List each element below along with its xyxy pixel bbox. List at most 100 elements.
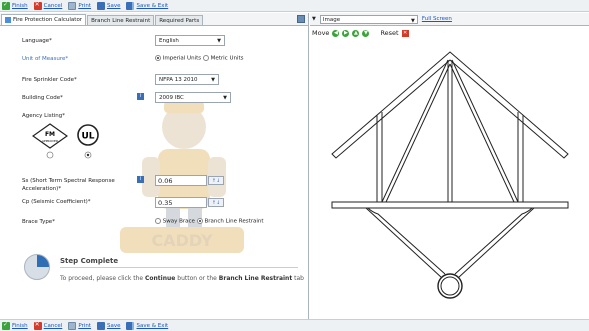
save-exit-label: Save & Exit bbox=[136, 322, 169, 329]
printer-icon bbox=[68, 321, 77, 330]
sprinkler-code-value: NFPA 13 2010 bbox=[159, 76, 198, 83]
viewer-menu-arrow-icon[interactable]: ▼ bbox=[312, 16, 316, 22]
cancel-label: Cancel bbox=[43, 2, 63, 9]
step-text-middle: button or the bbox=[177, 275, 217, 282]
cancel-label: Cancel bbox=[43, 322, 63, 329]
svg-text:UL: UL bbox=[81, 132, 94, 142]
save-exit-label: Save & Exit bbox=[136, 2, 169, 9]
finish-button[interactable]: Finish bbox=[2, 1, 28, 10]
finish-label: Finish bbox=[12, 322, 28, 329]
building-code-select[interactable]: 2009 IBC ▼ bbox=[155, 92, 231, 103]
chevron-down-icon: ▼ bbox=[223, 95, 227, 101]
step-text-prefix: To proceed, please click the bbox=[60, 275, 144, 282]
move-controls: Move ◀ ▶ ▲ ▼ Reset ✕ bbox=[310, 27, 409, 39]
imperial-label: Imperial Units bbox=[162, 55, 202, 62]
ss-info-icon[interactable]: i bbox=[137, 176, 144, 183]
watermark-text: CADDY bbox=[151, 231, 213, 250]
metric-label: Metric Units bbox=[210, 55, 244, 62]
move-label: Move bbox=[312, 29, 330, 37]
divider bbox=[60, 267, 298, 268]
metric-radio[interactable] bbox=[202, 55, 209, 61]
step-complete-box: Step Complete To proceed, please click t… bbox=[22, 249, 304, 295]
language-select[interactable]: English ▼ bbox=[155, 35, 225, 46]
ss-stepper[interactable]: ↑↓ bbox=[208, 176, 224, 185]
calculator-form: CADDY Language* English ▼ Unit of Measur… bbox=[0, 27, 308, 319]
move-up-icon[interactable]: ▲ bbox=[352, 29, 360, 37]
top-toolbar: Finish Cancel Print Save Save & Exit bbox=[0, 0, 589, 12]
save-exit-icon bbox=[126, 1, 135, 10]
step-title: Step Complete bbox=[60, 257, 119, 265]
finish-label: Finish bbox=[12, 2, 28, 9]
tab-required-parts[interactable]: Required Parts bbox=[155, 15, 204, 25]
unit-radio-group: Imperial Units Metric Units bbox=[155, 55, 244, 62]
branch-line-radio[interactable] bbox=[196, 218, 203, 224]
tab-bar: Fire Protection Calculator Branch Line R… bbox=[0, 13, 308, 26]
sprinkler-code-select[interactable]: NFPA 13 2010 ▼ bbox=[155, 74, 219, 85]
view-mode-value: Image bbox=[322, 16, 341, 23]
cp-stepper[interactable]: ↑↓ bbox=[208, 198, 224, 207]
calculator-icon bbox=[5, 17, 11, 23]
floppy-icon bbox=[96, 321, 105, 330]
restraint-straps bbox=[365, 207, 535, 279]
ss-label: Ss (Short Term Spectral Response Acceler… bbox=[22, 177, 115, 193]
sway-brace-radio[interactable] bbox=[155, 218, 161, 224]
view-mode-select[interactable]: Image ▼ bbox=[319, 14, 418, 24]
cp-input[interactable]: 0.35 bbox=[155, 197, 207, 208]
tab-label: Fire Protection Calculator bbox=[13, 17, 83, 23]
step-text-suffix: tab bbox=[294, 275, 304, 282]
reset-icon[interactable]: ✕ bbox=[401, 29, 409, 37]
print-button[interactable]: Print bbox=[68, 1, 91, 10]
save-label: Save bbox=[106, 322, 121, 329]
language-label: Language* bbox=[22, 38, 52, 44]
viewer-header: ▼ Image ▼ Full Screen bbox=[310, 13, 589, 26]
fm-approved-logo[interactable]: FM APPROVED bbox=[32, 123, 68, 161]
language-value: English bbox=[159, 37, 179, 44]
cancel-button[interactable]: Cancel bbox=[33, 1, 63, 10]
ul-listed-logo[interactable]: UL bbox=[75, 123, 101, 161]
save-exit-button[interactable]: Save & Exit bbox=[126, 1, 169, 10]
print-button[interactable]: Print bbox=[68, 321, 91, 330]
ss-label-line1: Ss (Short Term Spectral Response bbox=[22, 178, 115, 184]
truss-top-chord bbox=[331, 51, 569, 159]
panel-toggle-button[interactable] bbox=[297, 15, 305, 23]
sway-brace-label: Sway Brace bbox=[162, 218, 195, 225]
save-button[interactable]: Save bbox=[96, 321, 121, 330]
move-down-icon[interactable]: ▼ bbox=[362, 29, 370, 37]
finish-button[interactable]: Finish bbox=[2, 321, 28, 330]
imperial-radio[interactable] bbox=[155, 55, 161, 61]
full-screen-link[interactable]: Full Screen bbox=[422, 16, 452, 22]
svg-text:APPROVED: APPROVED bbox=[42, 139, 59, 143]
step-tab-word: Branch Line Restraint bbox=[218, 275, 293, 282]
print-label: Print bbox=[78, 2, 91, 9]
sprinkler-code-label: Fire Sprinkler Code* bbox=[22, 77, 77, 83]
reset-label: Reset bbox=[380, 29, 399, 37]
print-label: Print bbox=[78, 322, 91, 329]
step-continue-word: Continue bbox=[145, 275, 176, 282]
close-icon bbox=[33, 1, 42, 10]
tab-label: Branch Line Restraint bbox=[91, 17, 151, 24]
step-instructions: To proceed, please click the Continue bu… bbox=[60, 275, 304, 282]
truss-webs bbox=[376, 59, 524, 203]
chevron-down-icon: ▼ bbox=[211, 77, 215, 83]
move-right-icon[interactable]: ▶ bbox=[342, 29, 350, 37]
chevron-down-icon: ▼ bbox=[411, 17, 415, 24]
calculator-panel: Fire Protection Calculator Branch Line R… bbox=[0, 13, 309, 319]
pipe bbox=[437, 273, 463, 299]
bottom-toolbar: Finish Cancel Print Save Save & Exit bbox=[0, 319, 589, 331]
ss-input[interactable]: 0.06 bbox=[155, 175, 207, 186]
image-viewer-panel: ▼ Image ▼ Full Screen Move ◀ ▶ ▲ ▼ Reset… bbox=[310, 13, 589, 319]
brace-drawing bbox=[331, 51, 569, 299]
branch-line-label: Branch Line Restraint bbox=[204, 218, 264, 225]
svg-text:FM: FM bbox=[45, 131, 55, 138]
tab-fire-protection-calculator[interactable]: Fire Protection Calculator bbox=[1, 14, 87, 25]
tab-branch-line-restraint[interactable]: Branch Line Restraint bbox=[87, 15, 155, 25]
floppy-icon bbox=[96, 1, 105, 10]
save-button[interactable]: Save bbox=[96, 1, 120, 10]
save-exit-button[interactable]: Save & Exit bbox=[126, 321, 169, 330]
cancel-button[interactable]: Cancel bbox=[33, 321, 63, 330]
unit-of-measure-label: Unit of Measure* bbox=[22, 56, 69, 62]
move-left-icon[interactable]: ◀ bbox=[332, 29, 340, 37]
brace-radio-group: Sway Brace Branch Line Restraint bbox=[155, 218, 264, 225]
building-code-info-icon[interactable]: i bbox=[137, 93, 144, 100]
save-exit-icon bbox=[126, 321, 135, 330]
